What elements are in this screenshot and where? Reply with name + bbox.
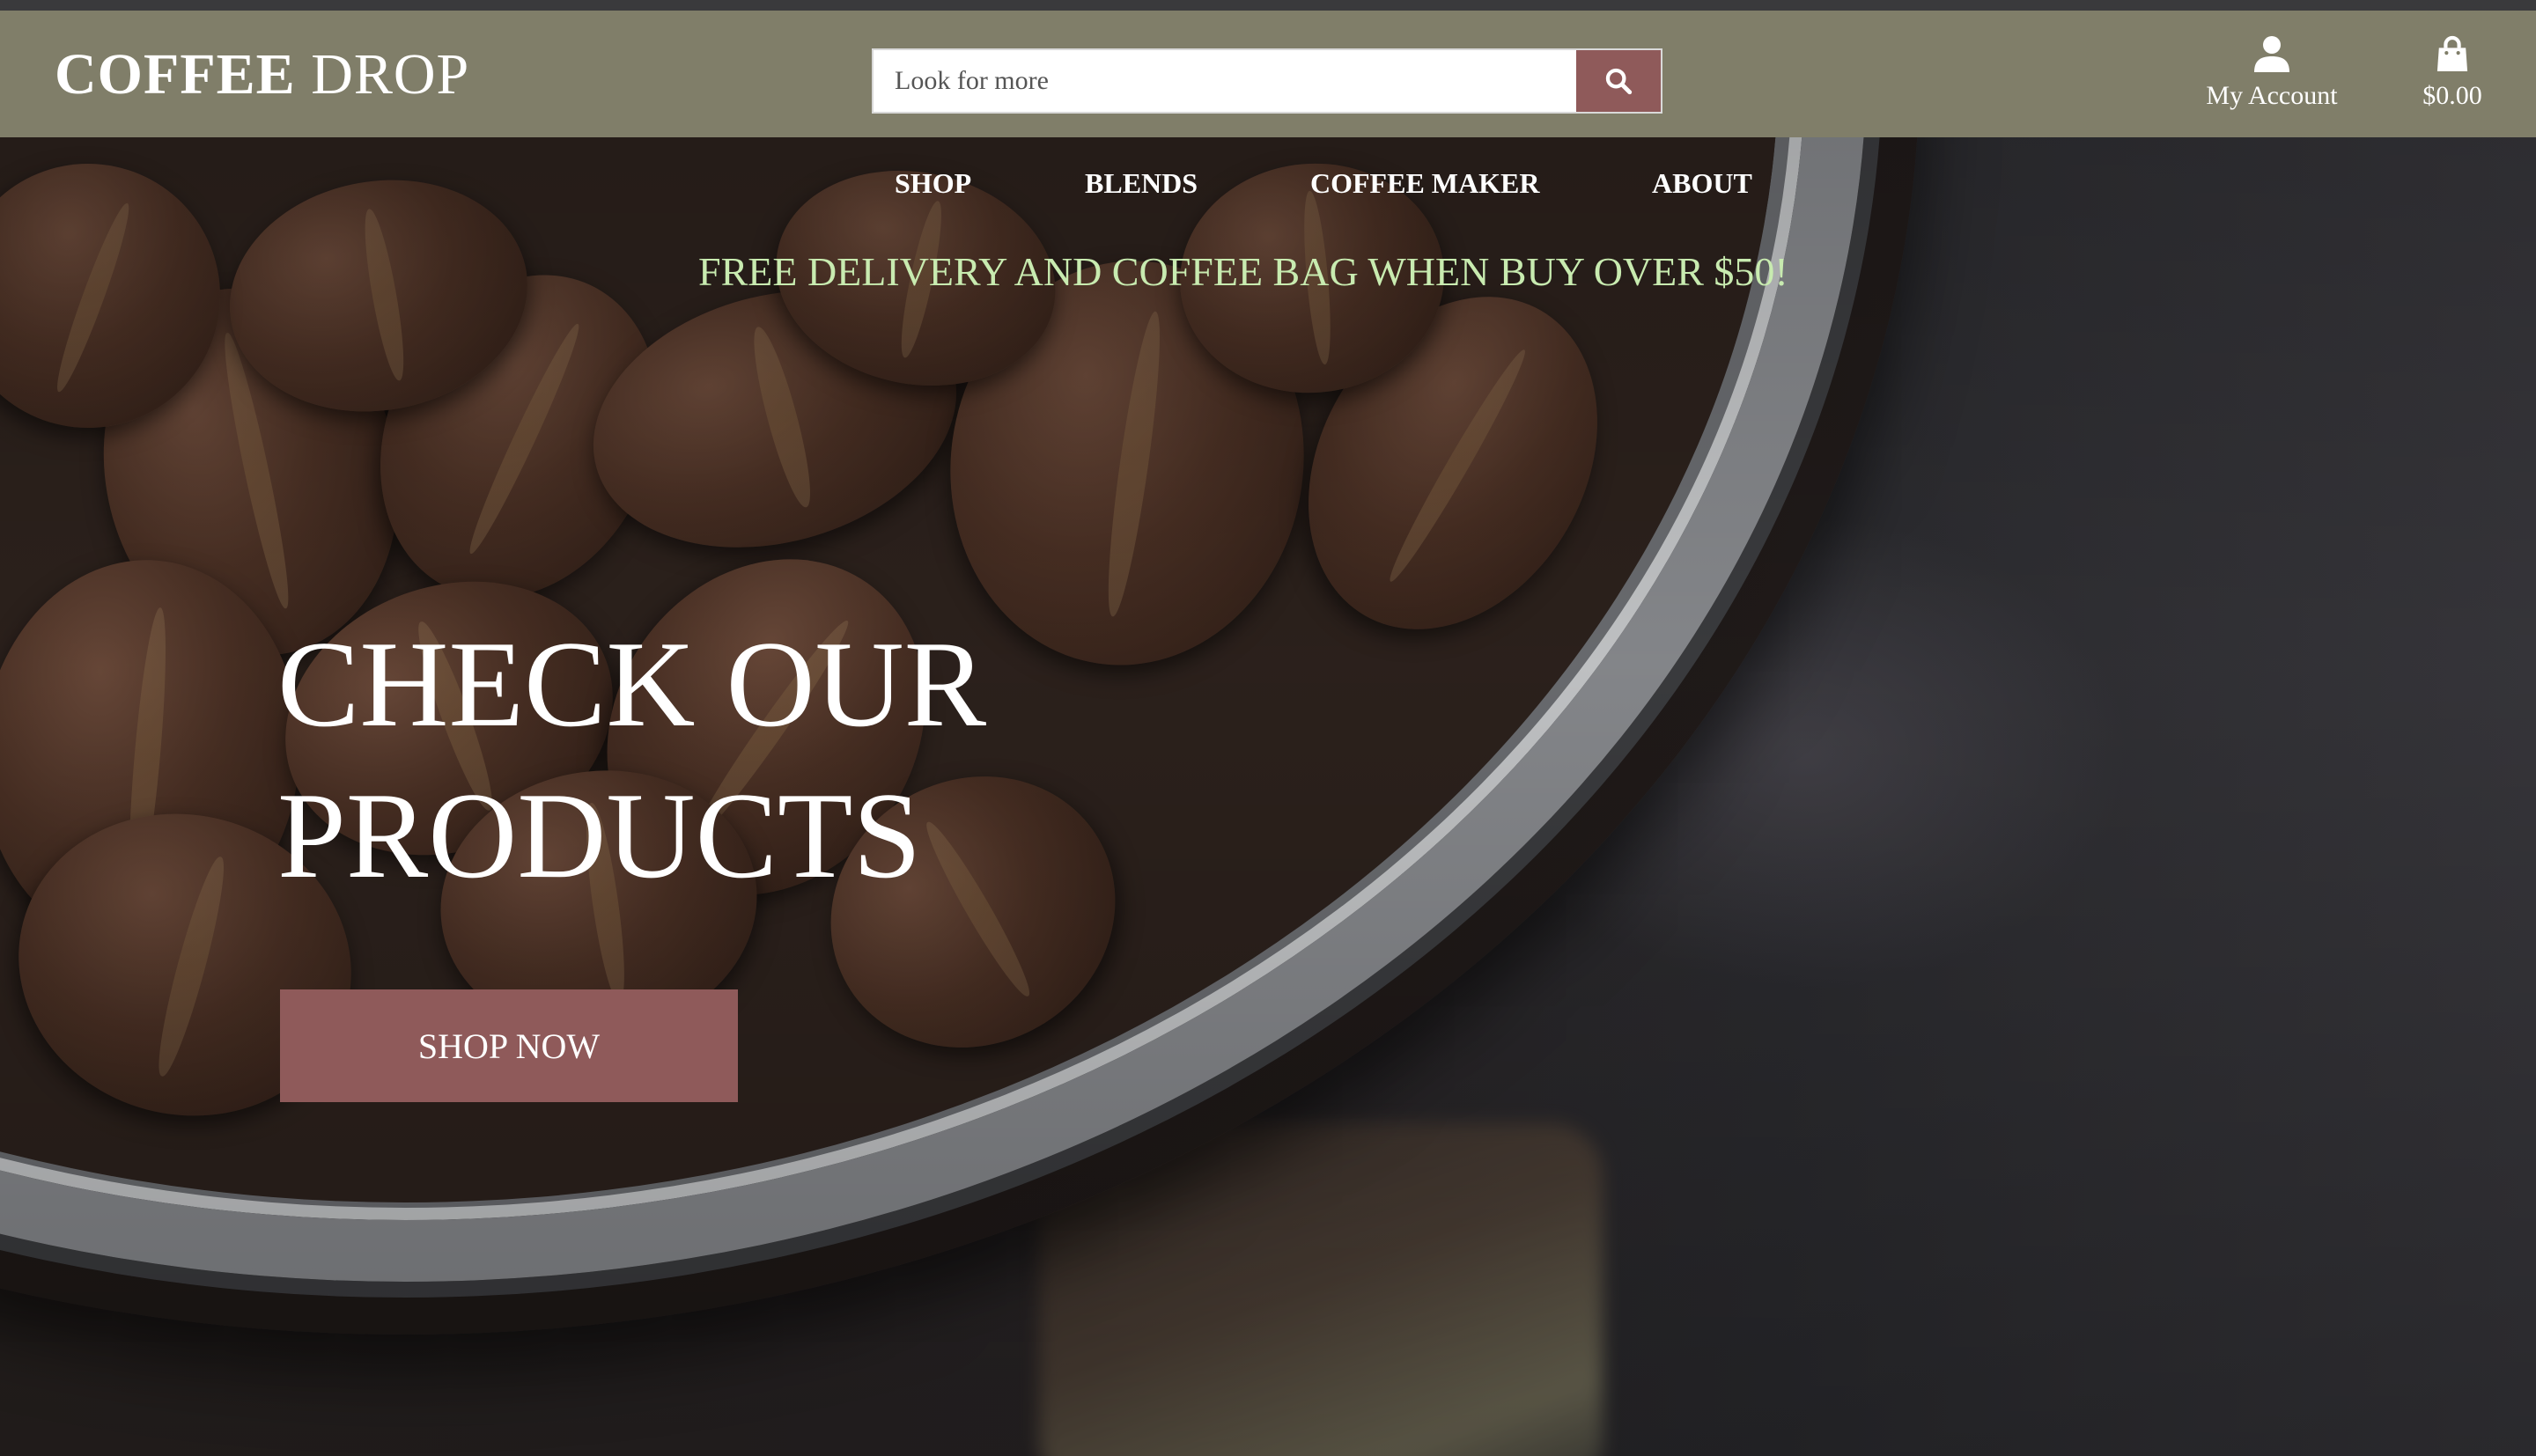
my-account-link[interactable]: My Account (2197, 35, 2347, 111)
user-icon (2254, 36, 2289, 72)
site-logo[interactable]: COFFEE DROP (55, 46, 469, 104)
search-input[interactable] (874, 50, 1578, 112)
nav-item-about[interactable]: ABOUT (1652, 167, 1752, 200)
nav-item-blends[interactable]: BLENDS (1085, 167, 1198, 200)
site-header: COFFEE DROP My Account (0, 11, 2536, 137)
page: COFFEE DROP My Account (0, 0, 2536, 1456)
search-button[interactable] (1576, 50, 1661, 112)
cart-total: $0.00 (2422, 81, 2482, 110)
main-nav: SHOP BLENDS COFFEE MAKER ABOUT (0, 167, 2536, 211)
hero-headline: CHECK OUR PRODUCTS (277, 609, 1246, 912)
hero-headline-line1: CHECK OUR (277, 616, 987, 753)
search-icon (1605, 68, 1633, 95)
my-account-label: My Account (2206, 81, 2338, 110)
logo-light-text: DROP (311, 42, 470, 107)
shopping-bag-icon (2436, 35, 2468, 71)
promo-text: FREE DELIVERY AND COFFEE BAG WHEN BUY OV… (698, 249, 1788, 294)
cart-link[interactable]: $0.00 (2408, 35, 2496, 111)
shop-now-button[interactable]: SHOP NOW (280, 989, 738, 1102)
logo-bold-text: COFFEE (55, 42, 296, 107)
search-bar (872, 48, 1662, 114)
browser-top-strip (0, 0, 2536, 11)
hero-headline-line2: PRODUCTS (277, 768, 922, 904)
nav-item-shop[interactable]: SHOP (895, 167, 971, 200)
nav-item-coffee-maker[interactable]: COFFEE MAKER (1310, 167, 1539, 200)
